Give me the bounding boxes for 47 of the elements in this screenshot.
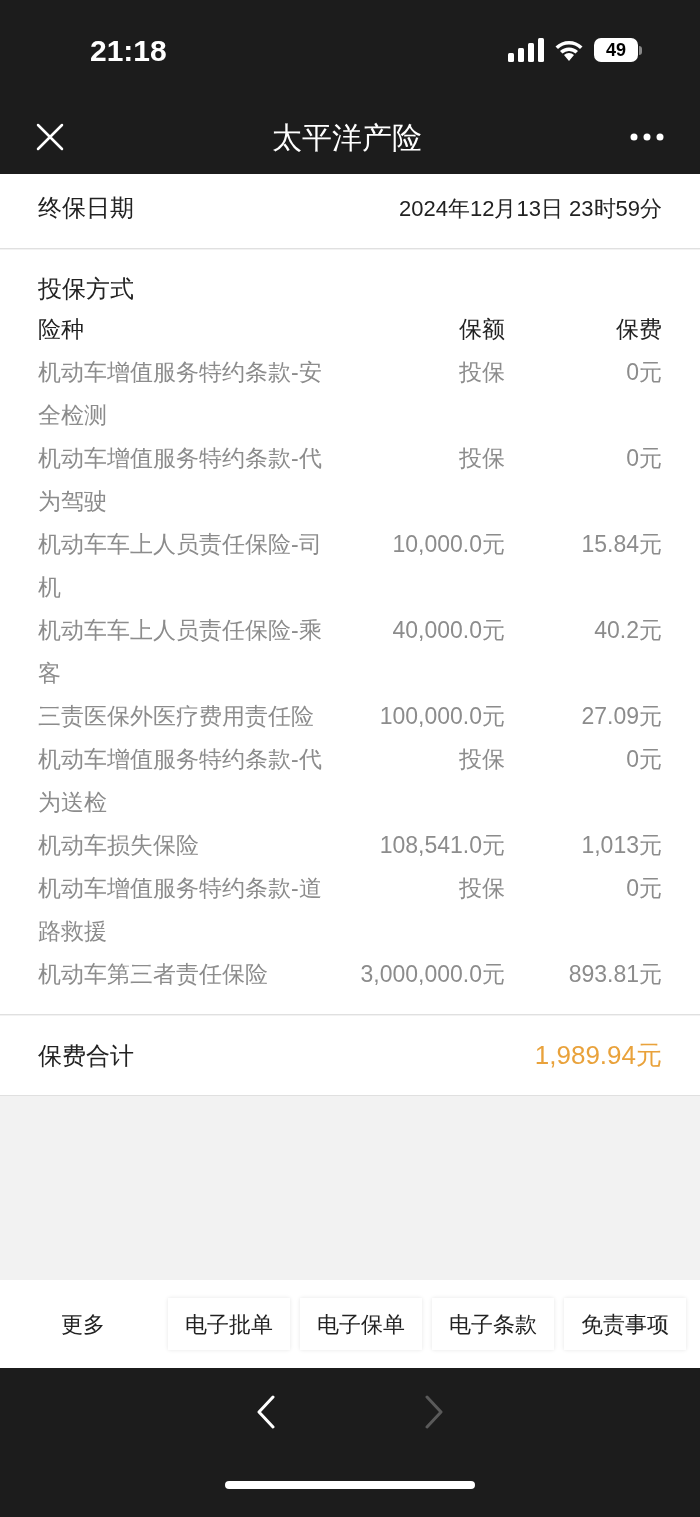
table-cell-text: 0元: [625, 874, 662, 903]
signal-icon: [508, 38, 544, 62]
total-value: 1,989.94元: [534, 1039, 662, 1072]
wifi-icon: [554, 38, 584, 62]
table-cell-text: 893.81元: [567, 960, 662, 989]
table-cell-text: 投保: [458, 358, 505, 387]
toolbar-button[interactable]: 电子条款: [432, 1298, 554, 1350]
back-icon[interactable]: [256, 1395, 276, 1429]
table-cell-text: 机动车增值服务特约条款-道路救援: [38, 874, 323, 946]
table-cell-text: 40.2元: [593, 616, 662, 645]
table-cell-text: 机动车增值服务特约条款-安全检测: [38, 358, 323, 430]
table-cell-text: 机动车损失保险: [38, 831, 200, 860]
table-cell-text: 机动车第三者责任保险: [38, 960, 269, 989]
table-cell-text: 机动车车上人员责任保险-乘客: [38, 616, 323, 688]
table-cell-text: 0元: [625, 745, 662, 774]
field-label: 终保日期: [38, 193, 134, 223]
table-cell-text: 0元: [625, 358, 662, 387]
table-cell-text: 投保: [458, 874, 505, 903]
field-value: 2024年12月13日 23时59分: [399, 194, 662, 223]
section-title: 投保方式: [38, 274, 135, 304]
close-icon[interactable]: [36, 123, 64, 151]
table-cell-text: 机动车车上人员责任保险-司机: [38, 530, 323, 602]
toolbar-button[interactable]: 电子批单: [168, 1298, 290, 1350]
table-cell-text: 27.09元: [580, 702, 662, 731]
table-cell-text: 100,000.0元: [378, 702, 505, 731]
column-header: 保额: [458, 315, 505, 344]
table-cell-text: 3,000,000.0元: [359, 960, 505, 989]
table-cell-text: 0元: [625, 444, 662, 473]
table-cell-text: 机动车增值服务特约条款-代为送检: [38, 745, 323, 817]
table-cell-text: 108,541.0元: [378, 831, 505, 860]
page-title: 太平洋产险: [272, 119, 422, 156]
column-header: 保费: [615, 315, 662, 344]
table-cell-text: 1,013元: [580, 831, 662, 860]
toolbar-button[interactable]: 免责事项: [564, 1298, 686, 1350]
table-cell-text: 投保: [458, 745, 505, 774]
table-cell-text: 40,000.0元: [391, 616, 505, 645]
table-cell-text: 投保: [458, 444, 505, 473]
more-icon[interactable]: [630, 133, 664, 141]
table-cell-text: 三责医保外医疗费用责任险: [38, 702, 315, 731]
toolbar-button[interactable]: 更多: [8, 1298, 158, 1350]
toolbar-button[interactable]: 电子保单: [300, 1298, 422, 1350]
table-cell-text: 15.84元: [580, 530, 662, 559]
status-time: 21:18: [90, 32, 167, 69]
table-cell-text: 10,000.0元: [391, 530, 505, 559]
total-label: 保费合计: [38, 1040, 134, 1071]
table-cell-text: 机动车增值服务特约条款-代为驾驶: [38, 444, 323, 516]
column-header: 险种: [38, 315, 85, 344]
